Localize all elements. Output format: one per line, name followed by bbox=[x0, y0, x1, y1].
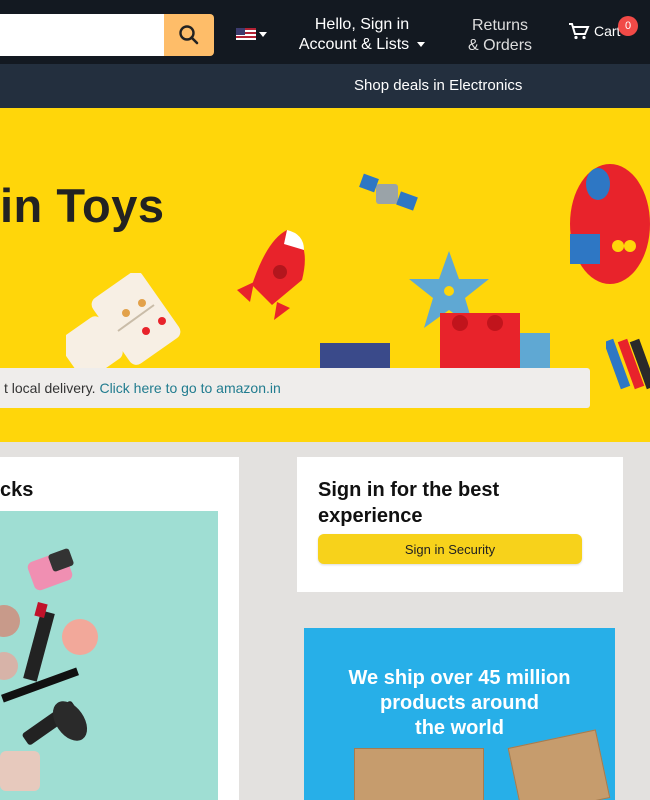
top-header: Hello, Sign in Account & Lists Returns &… bbox=[0, 0, 650, 64]
chevron-down-icon bbox=[259, 31, 267, 37]
electronics-deals-link[interactable]: Shop deals in Electronics bbox=[354, 77, 522, 94]
shipping-line2: products around bbox=[380, 692, 539, 714]
us-flag-icon bbox=[236, 28, 256, 40]
cart-icon bbox=[569, 23, 590, 40]
search-input[interactable] bbox=[0, 14, 166, 56]
returns-orders-link[interactable]: Returns & Orders bbox=[468, 16, 532, 56]
search-icon bbox=[179, 25, 199, 45]
cart-label: Cart bbox=[594, 23, 621, 39]
chevron-down-icon bbox=[417, 42, 426, 47]
account-greeting: Hello, Sign in bbox=[314, 16, 410, 33]
search-button[interactable] bbox=[164, 14, 214, 56]
signin-title: Sign in for the best experience bbox=[318, 479, 500, 527]
delivery-notice-bar: t local delivery. Click here to go to am… bbox=[0, 368, 590, 408]
toy-airplane-illustration bbox=[570, 164, 650, 284]
language-selector[interactable] bbox=[236, 28, 267, 40]
shipping-line1: We ship over 45 million bbox=[348, 667, 571, 689]
toy-plane-illustration bbox=[359, 173, 418, 211]
sub-navigation: Shop deals in Electronics bbox=[0, 64, 650, 108]
beauty-picks-card[interactable]: cks bbox=[0, 457, 239, 800]
signin-card: Sign in for the best experience Sign in … bbox=[297, 457, 623, 592]
cart-count-badge: 0 bbox=[618, 16, 638, 36]
shipping-promo-banner[interactable]: We ship over 45 million products around … bbox=[304, 628, 615, 800]
toy-rocket-illustration bbox=[237, 230, 305, 320]
toy-dominoes-illustration bbox=[66, 273, 181, 373]
cart-button[interactable]: Cart 0 bbox=[568, 16, 638, 40]
makeup-product-image[interactable] bbox=[0, 511, 218, 800]
returns-line1: Returns bbox=[471, 17, 529, 34]
toy-crayons-illustration bbox=[606, 338, 650, 390]
returns-line2: & Orders bbox=[468, 37, 533, 54]
card-title: cks bbox=[0, 479, 34, 501]
hero-title: in Toys bbox=[0, 179, 165, 232]
delivery-notice-text: t local delivery. bbox=[4, 380, 100, 396]
account-menu[interactable]: Hello, Sign in Account & Lists bbox=[288, 15, 436, 55]
shipping-promo-text: We ship over 45 million products around … bbox=[304, 666, 615, 741]
hero-banner[interactable]: in Toys t local delivery. Click here to … bbox=[0, 108, 650, 442]
account-label: Account & Lists bbox=[298, 36, 410, 53]
toy-blocks-illustration bbox=[320, 313, 550, 373]
signin-button[interactable]: Sign in Security bbox=[318, 534, 582, 564]
package-box-illustration bbox=[354, 748, 484, 800]
makeup-illustration bbox=[0, 548, 98, 791]
amazon-in-link[interactable]: Click here to go to amazon.in bbox=[99, 380, 280, 396]
